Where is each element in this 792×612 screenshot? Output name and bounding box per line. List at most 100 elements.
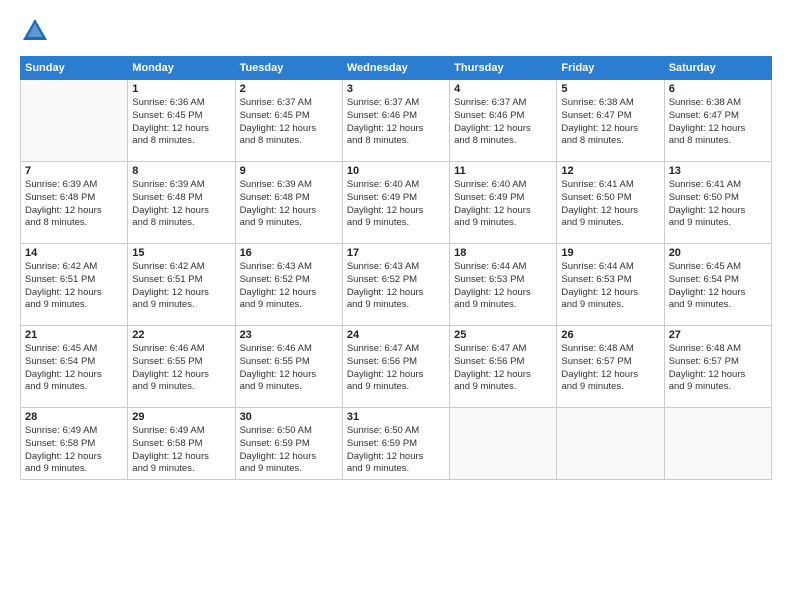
calendar-cell — [21, 80, 128, 162]
calendar-cell: 14 Sunrise: 6:42 AM Sunset: 6:51 PM Dayli… — [21, 244, 128, 326]
calendar-cell: 23 Sunrise: 6:46 AM Sunset: 6:55 PM Dayli… — [235, 326, 342, 408]
header-row: SundayMondayTuesdayWednesdayThursdayFrid… — [21, 57, 772, 80]
day-number: 5 — [561, 83, 659, 95]
calendar-cell: 19Sunrise: 6:44 AM Sunset: 6:53 PM Dayli… — [557, 244, 664, 326]
day-info: Sunrise: 6:37 AM Sunset: 6:46 PM Dayligh… — [454, 97, 552, 148]
day-number: 24 — [347, 329, 445, 341]
day-info: Sunrise: 6:46 AM Sunset: 6:55 PM Dayligh… — [132, 343, 230, 394]
calendar-cell: 6 Sunrise: 6:38 AM Sunset: 6:47 PM Daylig… — [664, 80, 771, 162]
day-info: Sunrise: 6:40 AM Sunset: 6:49 PM Dayligh… — [347, 179, 445, 230]
day-number: 23 — [240, 329, 338, 341]
calendar-cell: 21 Sunrise: 6:45 AM Sunset: 6:54 PM Dayli… — [21, 326, 128, 408]
logo — [20, 16, 54, 46]
day-number: 21 — [25, 329, 123, 341]
day-number: 4 — [454, 83, 552, 95]
calendar-table: SundayMondayTuesdayWednesdayThursdayFrid… — [20, 56, 772, 480]
calendar-week-row: 14 Sunrise: 6:42 AM Sunset: 6:51 PM Dayli… — [21, 244, 772, 326]
calendar-cell: 5 Sunrise: 6:38 AM Sunset: 6:47 PM Daylig… — [557, 80, 664, 162]
calendar-cell: 18 Sunrise: 6:44 AM Sunset: 6:53 PM Dayli… — [450, 244, 557, 326]
day-number: 9 — [240, 165, 338, 177]
day-info: Sunrise: 6:43 AM Sunset: 6:52 PM Dayligh… — [347, 261, 445, 312]
calendar-cell: 30Sunrise: 6:50 AM Sunset: 6:59 PM Dayli… — [235, 408, 342, 480]
day-number: 17 — [347, 247, 445, 259]
day-info: Sunrise: 6:45 AM Sunset: 6:54 PM Dayligh… — [25, 343, 123, 394]
calendar-week-row: 28 Sunrise: 6:49 AM Sunset: 6:58 PM Dayli… — [21, 408, 772, 480]
day-number: 29 — [132, 411, 230, 423]
day-number: 25 — [454, 329, 552, 341]
day-info: Sunrise: 6:46 AM Sunset: 6:55 PM Dayligh… — [240, 343, 338, 394]
day-info: Sunrise: 6:50 AM Sunset: 6:59 PM Dayligh… — [347, 425, 445, 476]
weekday-header: Saturday — [664, 57, 771, 80]
day-info: Sunrise: 6:47 AM Sunset: 6:56 PM Dayligh… — [454, 343, 552, 394]
day-number: 2 — [240, 83, 338, 95]
day-info: Sunrise: 6:49 AM Sunset: 6:58 PM Dayligh… — [132, 425, 230, 476]
calendar-cell — [450, 408, 557, 480]
day-number: 11 — [454, 165, 552, 177]
day-info: Sunrise: 6:42 AM Sunset: 6:51 PM Dayligh… — [132, 261, 230, 312]
day-info: Sunrise: 6:45 AM Sunset: 6:54 PM Dayligh… — [669, 261, 767, 312]
day-number: 13 — [669, 165, 767, 177]
day-number: 12 — [561, 165, 659, 177]
weekday-header: Wednesday — [342, 57, 449, 80]
day-number: 26 — [561, 329, 659, 341]
weekday-header: Sunday — [21, 57, 128, 80]
day-number: 18 — [454, 247, 552, 259]
calendar-cell: 24 Sunrise: 6:47 AM Sunset: 6:56 PM Dayli… — [342, 326, 449, 408]
calendar-week-row: 7 Sunrise: 6:39 AM Sunset: 6:48 PM Daylig… — [21, 162, 772, 244]
calendar-cell: 10 Sunrise: 6:40 AM Sunset: 6:49 PM Dayli… — [342, 162, 449, 244]
calendar-cell: 27Sunrise: 6:48 AM Sunset: 6:57 PM Dayli… — [664, 326, 771, 408]
day-number: 30 — [240, 411, 338, 423]
day-number: 16 — [240, 247, 338, 259]
calendar-cell: 22 Sunrise: 6:46 AM Sunset: 6:55 PM Dayli… — [128, 326, 235, 408]
day-info: Sunrise: 6:43 AM Sunset: 6:52 PM Dayligh… — [240, 261, 338, 312]
weekday-header: Tuesday — [235, 57, 342, 80]
calendar-cell: 3Sunrise: 6:37 AM Sunset: 6:46 PM Daylig… — [342, 80, 449, 162]
calendar-week-row: 1 Sunrise: 6:36 AM Sunset: 6:45 PM Daylig… — [21, 80, 772, 162]
calendar-cell: 9 Sunrise: 6:39 AM Sunset: 6:48 PM Daylig… — [235, 162, 342, 244]
day-number: 8 — [132, 165, 230, 177]
day-info: Sunrise: 6:37 AM Sunset: 6:45 PM Dayligh… — [240, 97, 338, 148]
calendar-cell: 26 Sunrise: 6:48 AM Sunset: 6:57 PM Dayli… — [557, 326, 664, 408]
day-number: 1 — [132, 83, 230, 95]
day-info: Sunrise: 6:47 AM Sunset: 6:56 PM Dayligh… — [347, 343, 445, 394]
calendar-cell: 1 Sunrise: 6:36 AM Sunset: 6:45 PM Daylig… — [128, 80, 235, 162]
calendar-cell: 12Sunrise: 6:41 AM Sunset: 6:50 PM Dayli… — [557, 162, 664, 244]
day-number: 14 — [25, 247, 123, 259]
calendar-cell: 7 Sunrise: 6:39 AM Sunset: 6:48 PM Daylig… — [21, 162, 128, 244]
calendar-cell: 15 Sunrise: 6:42 AM Sunset: 6:51 PM Dayli… — [128, 244, 235, 326]
day-info: Sunrise: 6:49 AM Sunset: 6:58 PM Dayligh… — [25, 425, 123, 476]
day-info: Sunrise: 6:39 AM Sunset: 6:48 PM Dayligh… — [25, 179, 123, 230]
day-info: Sunrise: 6:36 AM Sunset: 6:45 PM Dayligh… — [132, 97, 230, 148]
day-number: 20 — [669, 247, 767, 259]
calendar-cell — [664, 408, 771, 480]
weekday-header: Thursday — [450, 57, 557, 80]
day-info: Sunrise: 6:42 AM Sunset: 6:51 PM Dayligh… — [25, 261, 123, 312]
day-number: 31 — [347, 411, 445, 423]
day-info: Sunrise: 6:38 AM Sunset: 6:47 PM Dayligh… — [561, 97, 659, 148]
day-info: Sunrise: 6:48 AM Sunset: 6:57 PM Dayligh… — [561, 343, 659, 394]
day-info: Sunrise: 6:44 AM Sunset: 6:53 PM Dayligh… — [454, 261, 552, 312]
day-number: 10 — [347, 165, 445, 177]
calendar-cell: 28 Sunrise: 6:49 AM Sunset: 6:58 PM Dayli… — [21, 408, 128, 480]
day-info: Sunrise: 6:38 AM Sunset: 6:47 PM Dayligh… — [669, 97, 767, 148]
calendar-cell — [557, 408, 664, 480]
weekday-header: Monday — [128, 57, 235, 80]
day-info: Sunrise: 6:39 AM Sunset: 6:48 PM Dayligh… — [132, 179, 230, 230]
day-info: Sunrise: 6:39 AM Sunset: 6:48 PM Dayligh… — [240, 179, 338, 230]
day-info: Sunrise: 6:41 AM Sunset: 6:50 PM Dayligh… — [669, 179, 767, 230]
calendar-cell: 29 Sunrise: 6:49 AM Sunset: 6:58 PM Dayli… — [128, 408, 235, 480]
calendar-cell: 2 Sunrise: 6:37 AM Sunset: 6:45 PM Daylig… — [235, 80, 342, 162]
day-number: 22 — [132, 329, 230, 341]
day-number: 6 — [669, 83, 767, 95]
day-info: Sunrise: 6:44 AM Sunset: 6:53 PM Dayligh… — [561, 261, 659, 312]
calendar-week-row: 21 Sunrise: 6:45 AM Sunset: 6:54 PM Dayli… — [21, 326, 772, 408]
calendar-cell: 25 Sunrise: 6:47 AM Sunset: 6:56 PM Dayli… — [450, 326, 557, 408]
calendar-cell: 17 Sunrise: 6:43 AM Sunset: 6:52 PM Dayli… — [342, 244, 449, 326]
page: SundayMondayTuesdayWednesdayThursdayFrid… — [0, 0, 792, 612]
day-number: 7 — [25, 165, 123, 177]
day-number: 28 — [25, 411, 123, 423]
day-info: Sunrise: 6:40 AM Sunset: 6:49 PM Dayligh… — [454, 179, 552, 230]
calendar-cell: 20 Sunrise: 6:45 AM Sunset: 6:54 PM Dayli… — [664, 244, 771, 326]
day-number: 15 — [132, 247, 230, 259]
calendar-cell: 8 Sunrise: 6:39 AM Sunset: 6:48 PM Daylig… — [128, 162, 235, 244]
